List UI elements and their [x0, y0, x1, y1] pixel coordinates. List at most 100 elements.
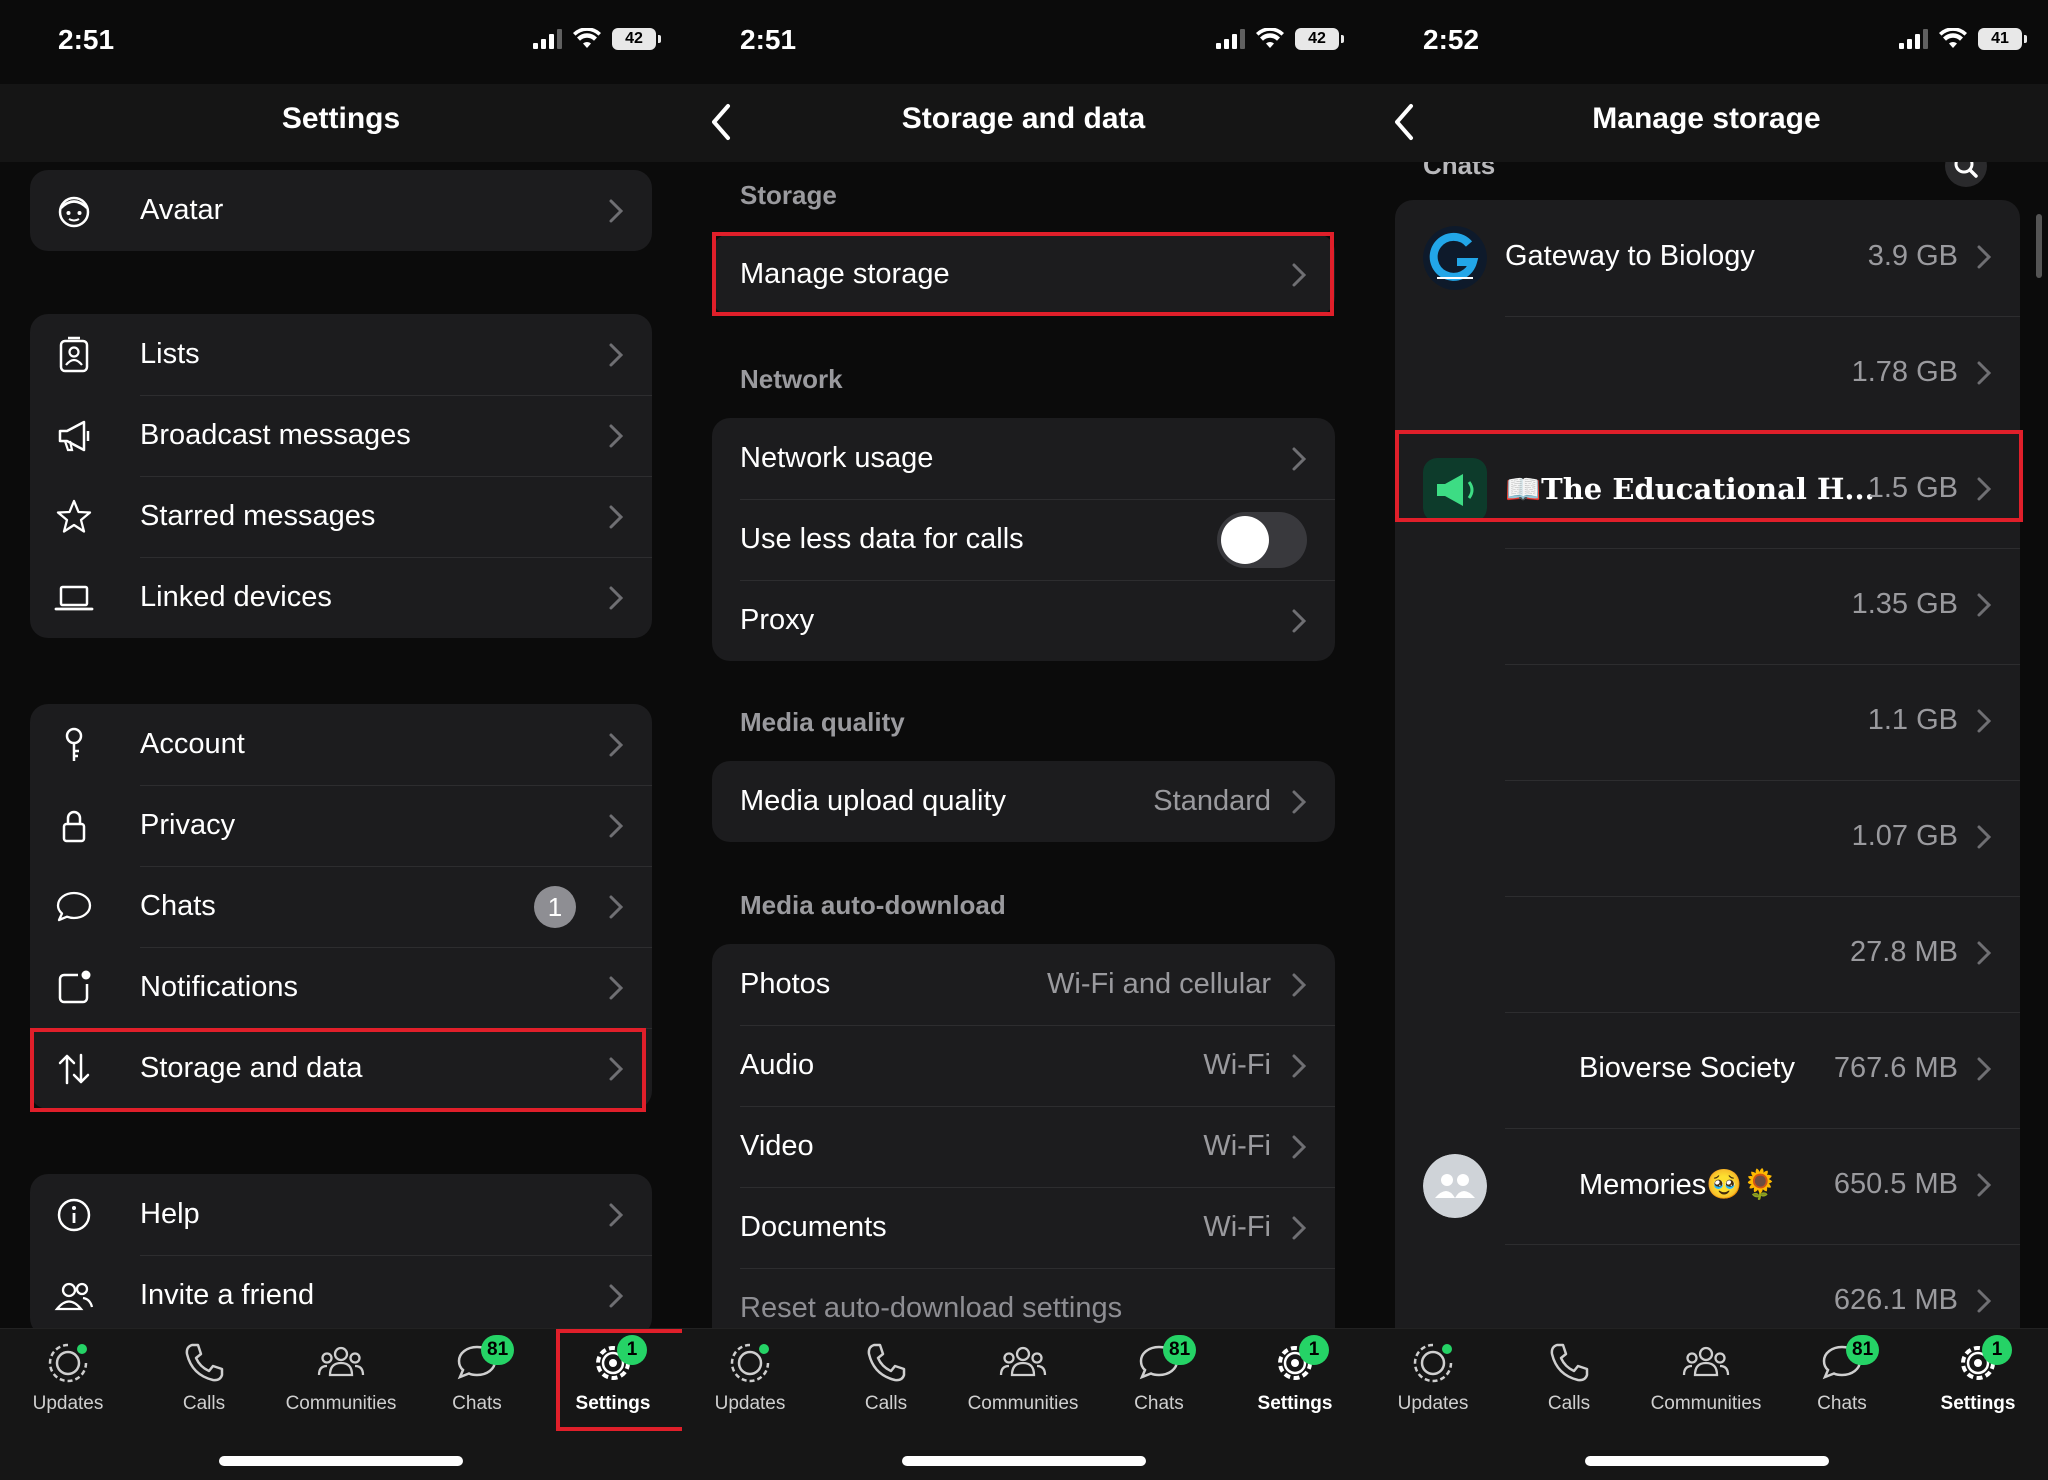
battery-icon: 42 [1295, 28, 1344, 50]
wifi-icon [1256, 28, 1284, 48]
documents-item[interactable]: Documents Wi-Fi [712, 1187, 1335, 1268]
chat-storage-row[interactable]: 📖The Educational H... 1.5 GB [1395, 432, 2020, 548]
key-icon [65, 727, 83, 761]
network-usage-item[interactable]: Network usage [712, 418, 1335, 499]
settings-item-label: Avatar [140, 194, 224, 226]
battery-icon: 41 [1978, 28, 2027, 50]
chevron-right-icon [609, 1057, 624, 1080]
communities-icon [999, 1346, 1047, 1377]
people-icon [54, 1282, 94, 1310]
chat-storage-row[interactable]: 1.78 GB [1395, 316, 2020, 432]
chat-storage-list: Gateway to Biology 3.9 GB 1.78 GB 📖The E… [1395, 200, 2020, 1328]
chat-storage-row[interactable]: 626.1 MB [1395, 1244, 2020, 1328]
chats-unread-badge: 81 [481, 1335, 515, 1365]
settings-item-linked-devices[interactable]: Linked devices [30, 557, 652, 638]
info-icon [57, 1198, 91, 1231]
chat-storage-row[interactable]: 1.07 GB [1395, 780, 2020, 896]
notification-icon [58, 970, 91, 1003]
storage-settings-list: Storage Manage storage Network Network u… [682, 162, 1365, 1328]
chevron-right-icon [1977, 1289, 1992, 1313]
tab-bar: Updates Calls Communities 81 Chats 1 Set… [682, 1328, 1365, 1480]
media-upload-quality-item[interactable]: Media upload quality Standard [712, 761, 1335, 842]
chat-storage-row[interactable]: 1.1 GB [1395, 664, 2020, 780]
tab-chats[interactable]: 81 Chats [1099, 1335, 1219, 1429]
tab-communities[interactable]: Communities [1646, 1339, 1766, 1429]
tab-settings[interactable]: 1 Settings [1918, 1335, 2038, 1429]
chevron-right-icon [609, 505, 624, 528]
chevron-right-icon [609, 424, 624, 447]
settings-item-broadcast[interactable]: Broadcast messages [30, 395, 652, 476]
photos-item[interactable]: Photos Wi-Fi and cellular [712, 944, 1335, 1025]
communities-icon [317, 1346, 365, 1377]
phone-icon [185, 1343, 224, 1382]
battery-icon: 42 [612, 28, 661, 50]
settings-item-account[interactable]: Account [30, 704, 652, 785]
wifi-icon [1939, 28, 1967, 48]
chevron-right-icon [1292, 1135, 1307, 1158]
status-time: 2:51 [740, 24, 797, 55]
tab-chats[interactable]: 81 Chats [417, 1335, 537, 1429]
phone-icon [1550, 1343, 1589, 1382]
settings-list: Avatar Lists Broadcast messages Starred … [0, 162, 682, 1328]
settings-item-label: Storage and data [140, 1052, 363, 1084]
tab-communities[interactable]: Communities [963, 1339, 1083, 1429]
tab-chats[interactable]: 81 Chats [1782, 1335, 1902, 1429]
settings-item-help[interactable]: Help [30, 1174, 652, 1255]
settings-item-lists[interactable]: Lists [30, 314, 652, 395]
storage-data-screen: 2:51 42 Storage and data Storage Manage … [682, 0, 1365, 1480]
chats-unread-badge: 81 [1163, 1335, 1197, 1365]
tab-updates[interactable]: Updates [1373, 1339, 1493, 1429]
settings-item-chats[interactable]: Chats 1 [30, 866, 652, 947]
reset-auto-download-item[interactable]: Reset auto-download settings [712, 1268, 1335, 1328]
tab-calls[interactable]: Calls [826, 1339, 946, 1429]
cellular-signal-icon [1216, 29, 1245, 49]
status-time: 2:52 [1423, 24, 1480, 55]
tab-bar: Updates Calls Communities 81 Chats 1 Set… [1365, 1328, 2048, 1480]
video-item[interactable]: Video Wi-Fi [712, 1106, 1335, 1187]
settings-item-label: Lists [140, 338, 200, 370]
chats-unread-badge: 81 [1846, 1335, 1880, 1365]
chat-storage-row[interactable]: 1.35 GB [1395, 548, 2020, 664]
chevron-right-icon [1292, 609, 1307, 632]
settings-item-starred[interactable]: Starred messages [30, 476, 652, 557]
chat-storage-row[interactable]: Memories🥹🌻 650.5 MB [1395, 1128, 2020, 1244]
tab-communities[interactable]: Communities [281, 1339, 401, 1429]
chevron-right-icon [1292, 790, 1307, 813]
settings-item-notifications[interactable]: Notifications [30, 947, 652, 1028]
tab-updates[interactable]: Updates [8, 1339, 128, 1429]
chat-storage-row[interactable]: 27.8 MB [1395, 896, 2020, 1012]
section-network: Network [740, 364, 843, 394]
chevron-right-icon [1977, 825, 1992, 849]
use-less-data-toggle[interactable] [1217, 511, 1307, 568]
proxy-item[interactable]: Proxy [712, 580, 1335, 661]
audio-item[interactable]: Audio Wi-Fi [712, 1025, 1335, 1106]
settings-item-avatar[interactable]: Avatar [30, 170, 652, 251]
tab-calls[interactable]: Calls [1509, 1339, 1629, 1429]
status-time: 2:51 [58, 24, 115, 55]
chat-bubble-icon [56, 891, 92, 921]
chevron-right-icon [1977, 477, 1992, 501]
tab-settings[interactable]: 1 Settings [553, 1335, 673, 1429]
settings-item-storage-data[interactable]: Storage and data [30, 1028, 652, 1109]
laptop-icon [54, 585, 94, 610]
settings-item-privacy[interactable]: Privacy [30, 785, 652, 866]
scrollbar[interactable] [2036, 214, 2042, 278]
manage-storage-item[interactable]: Manage storage [712, 234, 1335, 315]
chevron-right-icon [1977, 593, 1992, 617]
chevron-right-icon [1292, 263, 1307, 286]
chevron-right-icon [1977, 245, 1992, 269]
settings-item-label: Help [140, 1198, 200, 1230]
chevron-right-icon [609, 976, 624, 999]
home-indicator [219, 1456, 463, 1466]
star-icon [56, 499, 92, 533]
tab-updates[interactable]: Updates [690, 1339, 810, 1429]
phone-icon [867, 1343, 906, 1382]
tab-calls[interactable]: Calls [144, 1339, 264, 1429]
page-title: Settings [281, 102, 401, 135]
chat-storage-row[interactable]: Gateway to Biology 3.9 GB [1395, 200, 2020, 316]
tab-settings[interactable]: 1 Settings [1235, 1335, 1355, 1429]
section-storage: Storage [740, 180, 837, 210]
chevron-right-icon [1977, 361, 1992, 385]
settings-item-invite[interactable]: Invite a friend [30, 1255, 652, 1328]
chat-storage-row[interactable]: Bioverse Society 767.6 MB [1395, 1012, 2020, 1128]
